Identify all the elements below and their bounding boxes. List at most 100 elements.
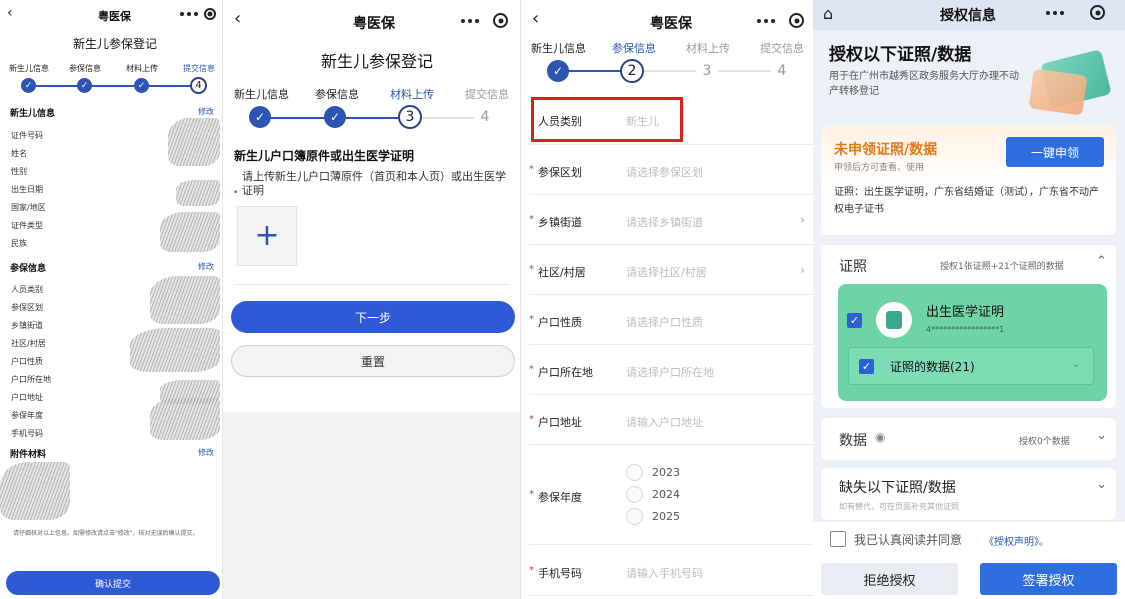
field-label: 手机号码	[538, 567, 582, 580]
phone-input[interactable]: 请输入手机号码	[626, 565, 703, 581]
step-done-icon: ✓	[77, 78, 92, 93]
chevron-down-icon[interactable]: ⌄	[1096, 428, 1107, 443]
step-label-1: 新生儿信息	[9, 64, 49, 73]
required-mark: *	[529, 264, 534, 275]
card-illustration	[1028, 68, 1088, 116]
missing-card: 缺失以下证照/数据 如有替代，可在页面补充其他证照 ⌄	[821, 468, 1116, 520]
more-icon[interactable]	[461, 19, 479, 23]
step-current: 2	[620, 59, 644, 83]
required-mark: *	[529, 364, 534, 375]
step-pending: 4	[474, 106, 496, 128]
form-row[interactable]: * 手机号码 请输入手机号码	[529, 546, 813, 596]
household-location-select[interactable]: 请选择户口所在地	[626, 364, 714, 380]
form-row[interactable]: * 户口地址 请输入户口地址	[529, 395, 813, 445]
required-mark: *	[529, 314, 534, 325]
edit-insurance-link[interactable]: 修改	[198, 261, 214, 272]
step-current: 4	[190, 77, 207, 94]
field-label: 户口地址	[11, 393, 43, 402]
step-label-4: 提交信息	[183, 64, 215, 73]
missing-title: 缺失以下证照/数据	[839, 480, 956, 496]
agree-text: 我已认真阅读并同意	[854, 533, 963, 547]
step-label-2: 参保信息	[612, 42, 656, 55]
divider	[234, 284, 509, 285]
close-miniprogram-icon[interactable]	[204, 8, 216, 20]
district-select[interactable]: 请选择参保区划	[626, 164, 703, 180]
insurance-section-title: 参保信息	[10, 264, 47, 274]
step-label-2: 参保信息	[315, 88, 359, 101]
edit-newborn-link[interactable]: 修改	[198, 106, 214, 117]
next-step-button[interactable]: 下一步	[231, 301, 515, 333]
license-data-label: 证照的数据(21)	[890, 360, 975, 374]
form-row[interactable]: * 户口所在地 请选择户口所在地	[529, 345, 813, 395]
form-row[interactable]: * 乡镇街道 请选择乡镇街道 ›	[529, 195, 813, 245]
license-card: 证照 授权1张证照+21个证照的数据 ⌃ ✓ 出生医学证明 4*********…	[821, 245, 1116, 408]
field-label: 国家/地区	[11, 203, 46, 212]
close-miniprogram-icon[interactable]	[789, 13, 804, 28]
household-address-input[interactable]: 请输入户口地址	[626, 414, 703, 430]
back-icon[interactable]: ‹	[7, 5, 13, 21]
authorization-statement-link[interactable]: 《授权声明》。	[984, 533, 1049, 548]
step-label-2: 参保信息	[69, 64, 101, 73]
field-label: 参保年度	[11, 411, 43, 420]
more-icon[interactable]	[1046, 11, 1064, 15]
nav-title: 粤医保	[353, 16, 395, 32]
close-miniprogram-icon[interactable]	[1090, 5, 1105, 20]
community-select[interactable]: 请选择社区/村居	[626, 264, 707, 280]
notice-text: 请仔细核对以上信息。如需修改请点击"修改"，核对无误后确认提交。	[13, 530, 199, 537]
page-title: 新生儿参保登记	[73, 37, 158, 51]
home-icon[interactable]: ⌂	[823, 4, 833, 23]
year-radio-2024[interactable]	[626, 486, 643, 503]
license-number: 4*****************1	[926, 325, 1005, 334]
upload-add-button[interactable]: +	[237, 206, 297, 266]
chevron-down-icon[interactable]: ⌄	[1096, 477, 1107, 492]
license-section-title: 证照	[839, 259, 867, 275]
data-section-title: 数据	[839, 433, 867, 449]
step-done-icon: ✓	[324, 106, 346, 128]
step-done-icon: ✓	[547, 60, 569, 82]
street-select[interactable]: 请选择乡镇街道	[626, 214, 703, 230]
chevron-up-icon[interactable]: ⌃	[1096, 254, 1107, 269]
chevron-down-icon[interactable]: ⌄	[1071, 356, 1081, 370]
auth-subtitle: 用于在广州市越秀区政务服务大厅办理不动产转移登记	[829, 71, 1019, 97]
more-icon[interactable]	[757, 19, 775, 23]
license-avatar-icon	[876, 302, 912, 338]
year-radio-2023[interactable]	[626, 464, 643, 481]
back-icon[interactable]: ‹	[234, 8, 241, 29]
field-label: 社区/村居	[11, 339, 46, 348]
form-row[interactable]: * 户口性质 请选择户口性质	[529, 295, 813, 345]
agree-checkbox[interactable]	[830, 531, 846, 547]
confirm-submit-button[interactable]: 确认提交	[6, 571, 220, 595]
close-miniprogram-icon[interactable]	[493, 13, 508, 28]
apply-all-button[interactable]: 一键申领	[1006, 137, 1104, 167]
sign-authorization-button[interactable]: 签署授权	[980, 563, 1117, 595]
license-summary: 授权1张证照+21个证照的数据	[940, 262, 1064, 272]
review-panel: ‹ 粤医保 新生儿参保登记 新生儿信息 参保信息 材料上传 提交信息 ✓ ✓ ✓…	[0, 0, 222, 599]
field-label: 参保区划	[538, 166, 582, 179]
year-option-label: 2025	[652, 510, 680, 523]
form-row[interactable]: * 参保区划 请选择参保区划	[529, 145, 813, 195]
redaction-scribble	[0, 462, 70, 520]
household-type-select[interactable]: 请选择户口性质	[626, 314, 703, 330]
step-label-4: 提交信息	[760, 42, 804, 55]
required-mark: *	[529, 565, 534, 576]
reject-authorization-button[interactable]: 拒绝授权	[821, 563, 958, 595]
attachments-section-title: 附件材料	[10, 450, 47, 460]
reset-button[interactable]: 重置	[231, 345, 515, 377]
required-mark: *	[529, 214, 534, 225]
back-icon[interactable]: ‹	[532, 8, 539, 29]
unclaimed-card: 未申领证照/数据 申领后方可查看、使用 一键申领 证照：出生医学证明，广东省结婚…	[821, 125, 1116, 235]
year-radio-2025[interactable]	[626, 508, 643, 525]
form-row[interactable]: * 社区/村居 请选择社区/村居 ›	[529, 245, 813, 295]
eye-icon[interactable]: ◉	[875, 430, 885, 444]
field-label: 参保年度	[538, 491, 582, 504]
license-checkbox[interactable]: ✓	[847, 313, 862, 328]
edit-attachments-link[interactable]: 修改	[198, 447, 214, 458]
more-icon[interactable]	[180, 12, 198, 16]
license-data-checkbox[interactable]: ✓	[859, 359, 874, 374]
field-label: 户口所在地	[538, 366, 593, 379]
field-label: 参保区划	[11, 303, 43, 312]
field-label: 证件类型	[11, 221, 43, 230]
required-mark: *	[529, 414, 534, 425]
field-label: 出生日期	[11, 185, 43, 194]
field-label: 手机号码	[11, 429, 43, 438]
